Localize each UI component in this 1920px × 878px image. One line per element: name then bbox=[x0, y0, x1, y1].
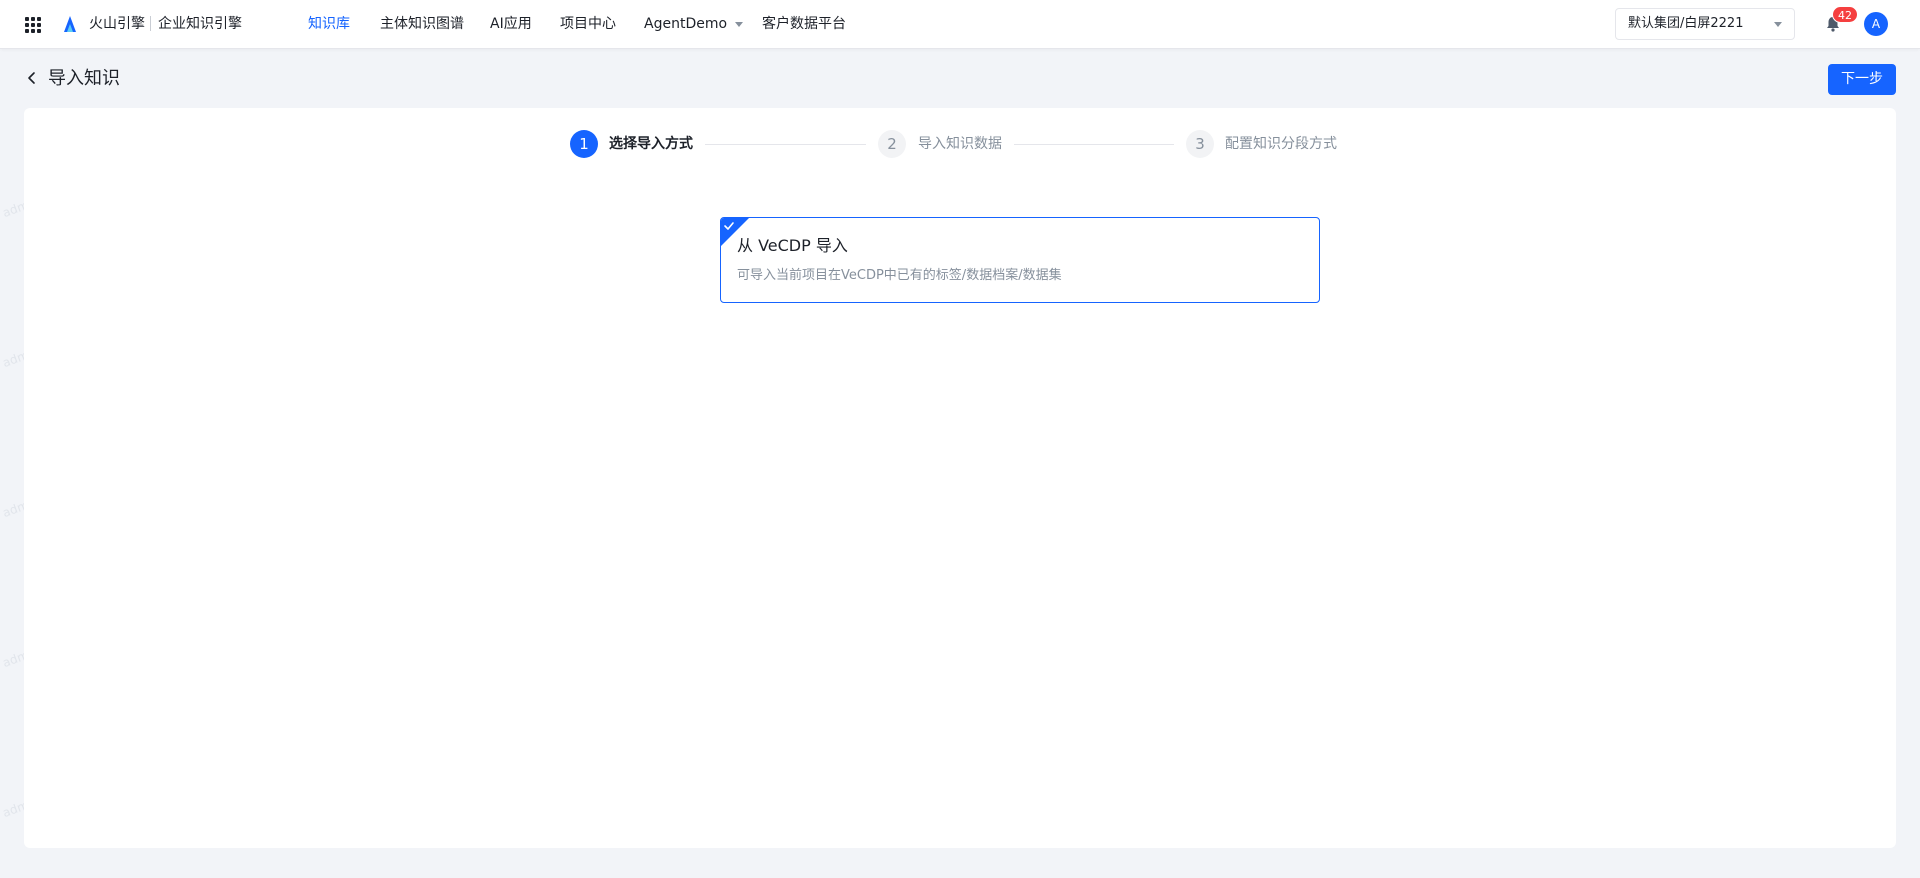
notification-count-badge: 42 bbox=[1832, 6, 1858, 23]
product-name: 企业知识引擎 bbox=[158, 16, 242, 32]
brand-divider bbox=[150, 16, 151, 31]
import-option-description: 可导入当前项目在VeCDP中已有的标签/数据档案/数据集 bbox=[737, 268, 1062, 283]
steps-indicator: 1 选择导入方式 2 导入知识数据 3 配置知识分段方式 bbox=[24, 108, 1896, 178]
step-2-label: 导入知识数据 bbox=[918, 136, 1002, 152]
app-grid-icon[interactable] bbox=[25, 17, 41, 33]
import-option-title: 从 VeCDP 导入 bbox=[737, 236, 848, 255]
user-avatar[interactable]: A bbox=[1864, 12, 1888, 36]
next-step-button[interactable]: 下一步 bbox=[1828, 64, 1896, 95]
volcengine-logo-icon bbox=[64, 16, 76, 32]
org-project-select-value: 默认集团/白屏2221 bbox=[1628, 16, 1744, 31]
main-content-panel: 1 选择导入方式 2 导入知识数据 3 配置知识分段方式 从 VeCDP 导入 … bbox=[24, 108, 1896, 848]
nav-item-project-center[interactable]: 项目中心 bbox=[560, 14, 616, 34]
brand-name: 火山引擎 bbox=[89, 16, 145, 32]
top-navigation-bar: 火山引擎 企业知识引擎 知识库 主体知识图谱 AI应用 项目中心 AgentDe… bbox=[0, 0, 1920, 49]
step-connector bbox=[1014, 144, 1174, 145]
nav-item-knowledge-base[interactable]: 知识库 bbox=[308, 14, 350, 34]
step-connector bbox=[705, 144, 866, 145]
nav-item-customer-data-platform[interactable]: 客户数据平台 bbox=[762, 14, 846, 34]
step-1-label: 选择导入方式 bbox=[609, 136, 693, 152]
step-3-label: 配置知识分段方式 bbox=[1225, 136, 1337, 152]
nav-item-entity-knowledge-graph[interactable]: 主体知识图谱 bbox=[380, 14, 464, 34]
chevron-down-icon bbox=[735, 21, 744, 27]
page-title: 导入知识 bbox=[48, 68, 120, 89]
step-2-number: 2 bbox=[878, 130, 906, 158]
back-arrow-icon[interactable] bbox=[24, 70, 40, 86]
step-3-number: 3 bbox=[1186, 130, 1214, 158]
nav-item-ai-apps[interactable]: AI应用 bbox=[490, 14, 532, 34]
import-from-vecdp-option[interactable]: 从 VeCDP 导入 可导入当前项目在VeCDP中已有的标签/数据档案/数据集 bbox=[720, 217, 1320, 303]
chevron-down-icon bbox=[1774, 22, 1782, 27]
nav-item-agentdemo-label: AgentDemo bbox=[644, 16, 728, 32]
org-project-select[interactable]: 默认集团/白屏2221 bbox=[1615, 8, 1795, 40]
nav-item-agentdemo[interactable]: AgentDemo bbox=[644, 14, 744, 34]
step-1-number: 1 bbox=[570, 130, 598, 158]
